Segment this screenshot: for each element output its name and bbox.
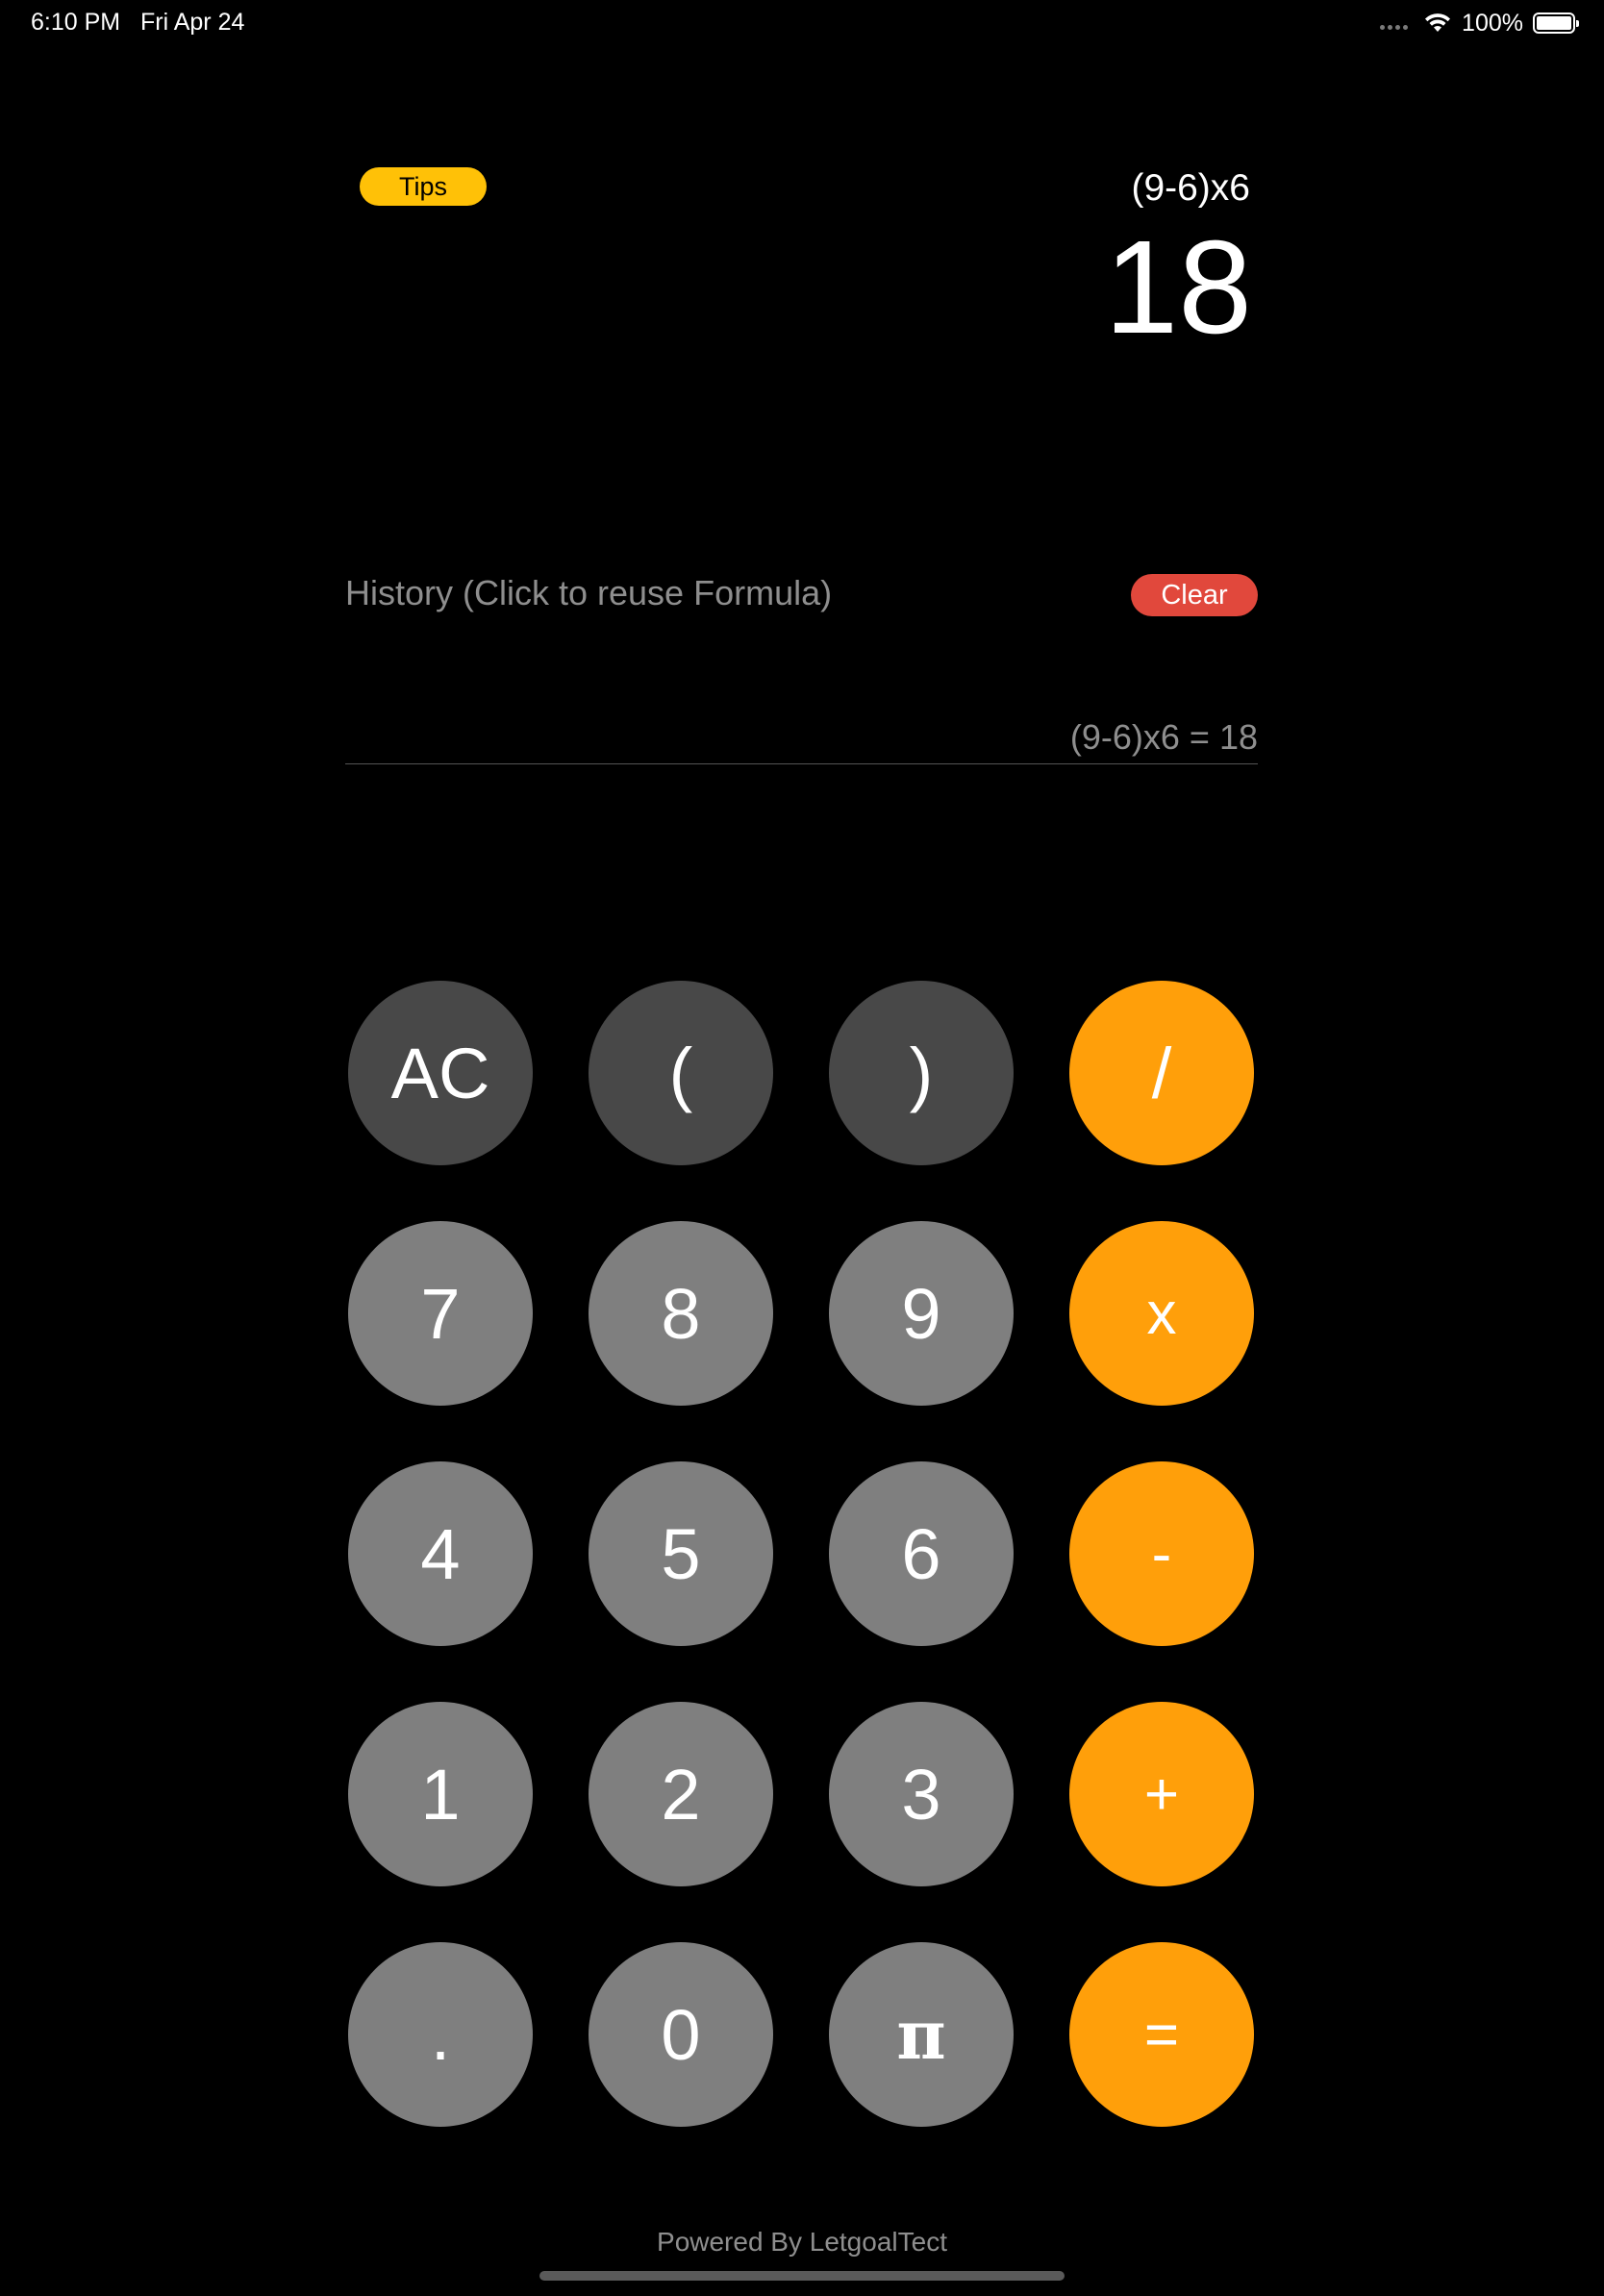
tips-button[interactable]: Tips <box>360 167 487 206</box>
key-9[interactable]: 9 <box>829 1221 1014 1406</box>
key-divide[interactable]: / <box>1069 981 1254 1165</box>
battery-percentage: 100% <box>1462 9 1523 37</box>
result-display: 18 <box>1104 213 1253 362</box>
status-indicators: 100% <box>1380 8 1579 38</box>
expression-display: (9-6)x6 <box>1131 167 1250 209</box>
key-5[interactable]: 5 <box>589 1461 773 1646</box>
key-3[interactable]: 3 <box>829 1702 1014 1886</box>
key-6[interactable]: 6 <box>829 1461 1014 1646</box>
history-title: History (Click to reuse Formula) <box>345 573 833 612</box>
key-close-paren[interactable]: ) <box>829 981 1014 1165</box>
powered-by-footer: Powered By LetgoalTect <box>657 2227 947 2257</box>
battery-icon <box>1533 12 1579 34</box>
key-all-clear[interactable]: AC <box>348 981 533 1165</box>
key-decimal[interactable]: . <box>348 1942 533 2127</box>
key-7[interactable]: 7 <box>348 1221 533 1406</box>
history-list: (9-6)x6 = 18 <box>345 717 1258 765</box>
battery-level <box>1537 16 1571 30</box>
key-open-paren[interactable]: ( <box>589 981 773 1165</box>
keypad: AC ( ) / 7 8 9 x 4 5 6 - 1 2 3 + . 0 π = <box>348 981 1255 2127</box>
wifi-icon <box>1425 13 1451 32</box>
status-bar: 6:10 PM Fri Apr 24 100% <box>0 0 1604 48</box>
home-indicator[interactable] <box>539 2271 1065 2281</box>
key-add[interactable]: + <box>1069 1702 1254 1886</box>
key-8[interactable]: 8 <box>589 1221 773 1406</box>
cellular-signal-icon <box>1380 16 1409 30</box>
key-pi[interactable]: π <box>829 1942 1014 2127</box>
key-1[interactable]: 1 <box>348 1702 533 1886</box>
key-subtract[interactable]: - <box>1069 1461 1254 1646</box>
key-0[interactable]: 0 <box>589 1942 773 2127</box>
history-item[interactable]: (9-6)x6 = 18 <box>345 717 1258 764</box>
key-equals[interactable]: = <box>1069 1942 1254 2127</box>
key-2[interactable]: 2 <box>589 1702 773 1886</box>
key-4[interactable]: 4 <box>348 1461 533 1646</box>
status-date: Fri Apr 24 <box>140 9 245 36</box>
status-time: 6:10 PM <box>31 9 121 36</box>
key-multiply[interactable]: x <box>1069 1221 1254 1406</box>
clear-history-button[interactable]: Clear <box>1131 574 1258 616</box>
